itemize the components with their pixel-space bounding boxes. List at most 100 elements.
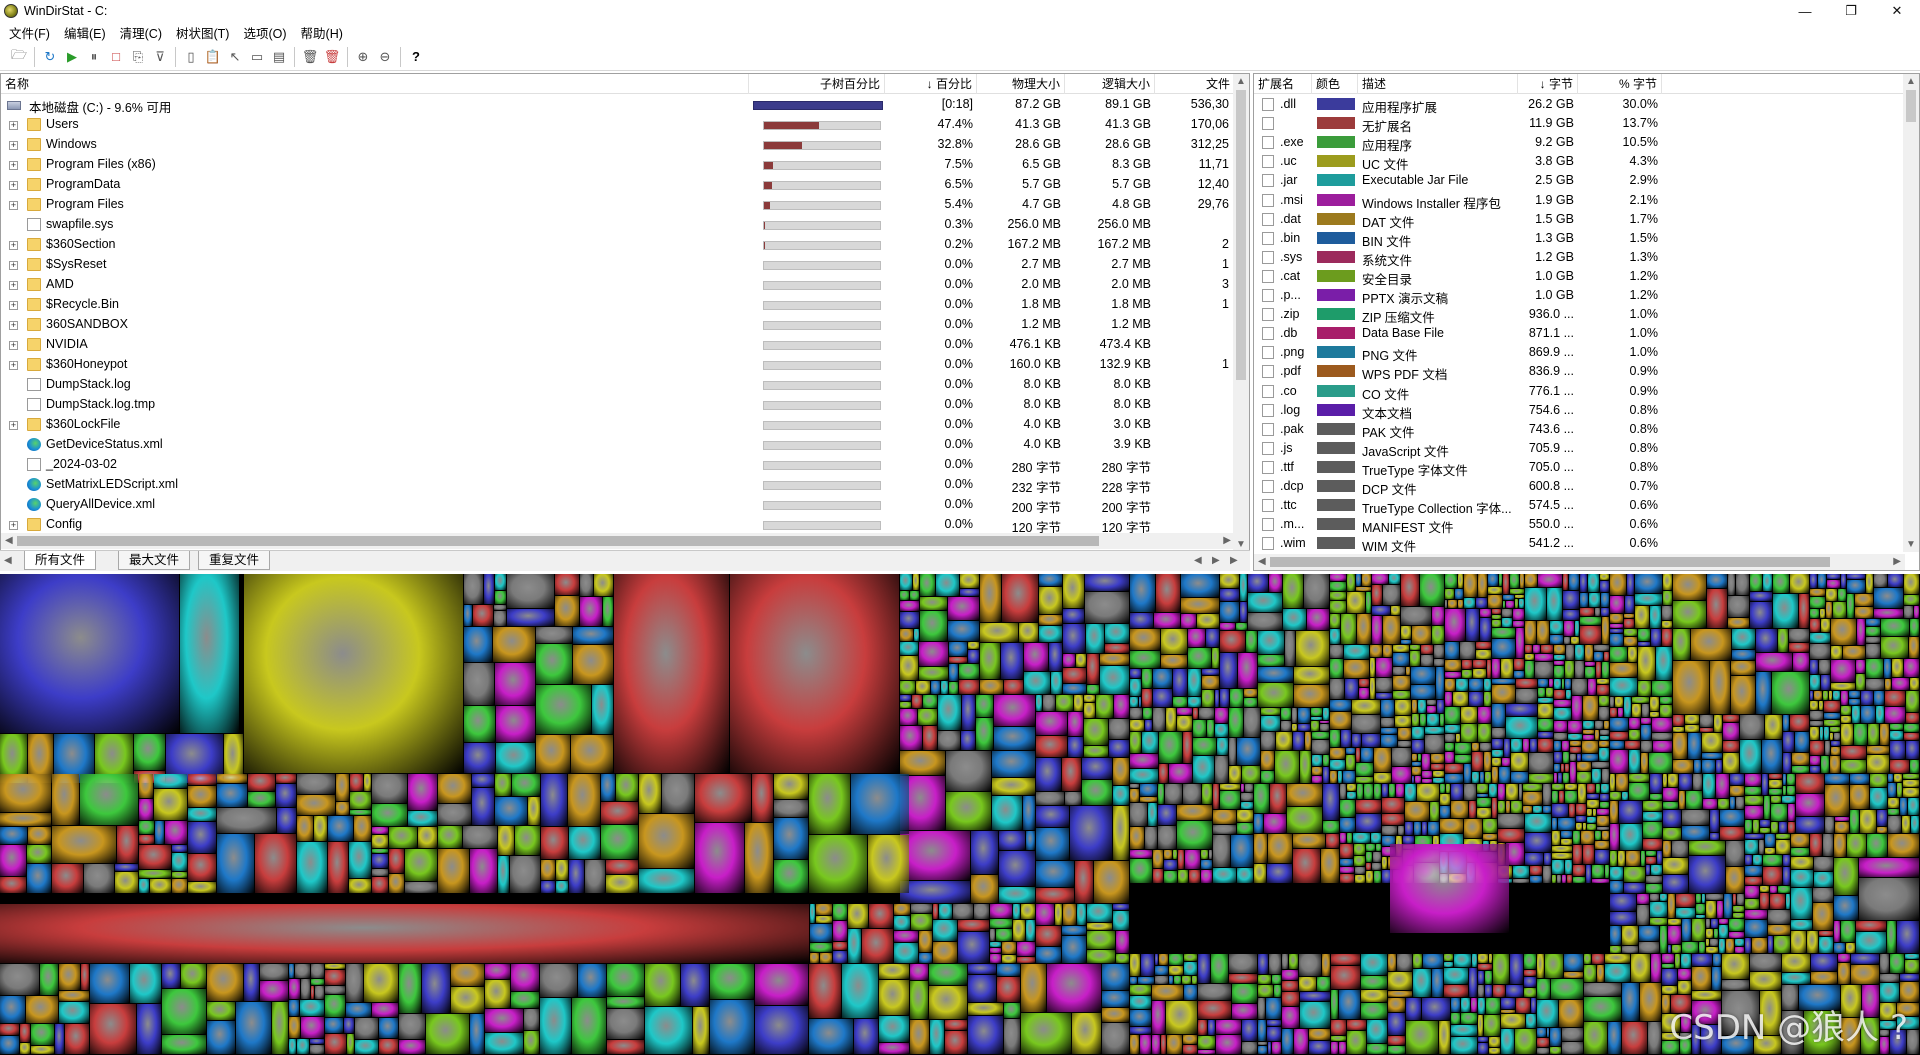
treemap-file-block[interactable] <box>1632 697 1649 703</box>
treemap-file-block[interactable] <box>1807 931 1818 953</box>
treemap-file-block[interactable] <box>372 849 388 853</box>
treemap-file-block[interactable] <box>1383 645 1392 657</box>
treemap-file-block[interactable] <box>1478 998 1485 1014</box>
treemap-file-block[interactable] <box>20 1043 30 1054</box>
treemap-file-block[interactable] <box>1723 715 1739 722</box>
treemap-file-block[interactable] <box>1904 724 1919 732</box>
treemap-file-block[interactable] <box>1087 923 1112 930</box>
treemap-file-block[interactable] <box>1740 715 1764 739</box>
treemap-file-block[interactable] <box>1347 1031 1366 1054</box>
treemap-file-block[interactable] <box>1796 794 1824 816</box>
treemap-file-block[interactable] <box>1511 772 1528 783</box>
treemap-file-block[interactable] <box>900 695 911 701</box>
treemap-file-block[interactable] <box>1492 767 1498 783</box>
treemap-file-block[interactable] <box>1437 700 1444 713</box>
treemap-file-block[interactable] <box>1867 834 1887 857</box>
treemap-file-block[interactable] <box>1650 794 1662 800</box>
treemap-file-block[interactable] <box>494 605 506 610</box>
treemap-file-block[interactable] <box>464 605 472 626</box>
treemap-file-block[interactable] <box>1905 954 1919 959</box>
treemap-file-block[interactable] <box>1890 954 1904 973</box>
treemap-file-block[interactable] <box>1431 764 1444 770</box>
treemap-file-block[interactable] <box>1330 700 1351 711</box>
treemap-file-block[interactable] <box>990 929 995 941</box>
treemap-file-block[interactable] <box>1765 848 1775 854</box>
treemap-file-block[interactable] <box>854 1019 878 1054</box>
treemap-file-block[interactable] <box>1573 845 1582 864</box>
treemap-file-block[interactable] <box>1897 783 1902 797</box>
treemap-file-block[interactable] <box>1866 644 1880 658</box>
treemap-file-block[interactable] <box>1473 669 1486 678</box>
treemap-file-block[interactable] <box>1643 822 1662 838</box>
extension-row[interactable]: .zip ZIP 压缩文件 936.0 ... 1.0% <box>1254 305 1904 325</box>
treemap-file-block[interactable] <box>1353 833 1370 843</box>
treemap-file-block[interactable] <box>1266 998 1281 1019</box>
treemap-file-block[interactable] <box>1818 574 1826 588</box>
treemap-file-block[interactable] <box>1492 739 1503 749</box>
tree-row[interactable]: +360SANDBOX 0.0% 1.2 MB 1.2 MB <box>1 315 1231 335</box>
tab-next-icon[interactable]: ▶ <box>1212 555 1220 566</box>
treemap-file-block[interactable] <box>1745 834 1764 839</box>
treemap-file-block[interactable] <box>1513 609 1524 620</box>
treemap-file-block[interactable] <box>1887 921 1896 953</box>
treemap-file-block[interactable] <box>1462 670 1472 678</box>
treemap-file-block[interactable] <box>1056 695 1073 711</box>
treemap-file-block[interactable] <box>894 916 910 930</box>
treemap-file-block[interactable] <box>1745 840 1758 854</box>
treemap-file-block[interactable] <box>959 680 979 694</box>
treemap-file-block[interactable] <box>1868 724 1879 745</box>
treemap-file-block[interactable] <box>1395 716 1411 727</box>
treemap-file-block[interactable] <box>1238 653 1257 688</box>
treemap-file-block[interactable] <box>1678 981 1691 994</box>
treemap-file-block[interactable] <box>1370 658 1375 677</box>
treemap-file-block[interactable] <box>1428 822 1439 835</box>
treemap-file-block[interactable] <box>999 851 1035 886</box>
treemap-file-block[interactable] <box>52 774 79 825</box>
treemap-file-block[interactable] <box>1783 715 1789 731</box>
treemap-file-block[interactable] <box>1713 954 1721 966</box>
treemap-file-block[interactable] <box>354 816 371 841</box>
treemap-file-block[interactable] <box>1181 598 1219 613</box>
treemap-file-block[interactable] <box>1583 721 1594 729</box>
tree-row[interactable]: swapfile.sys 0.3% 256.0 MB 256.0 MB <box>1 215 1231 235</box>
treemap-file-block[interactable] <box>1036 792 1064 805</box>
treemap-file-block[interactable] <box>1275 751 1299 783</box>
treemap-file-block[interactable] <box>328 842 348 893</box>
treemap-file-block[interactable] <box>1745 774 1761 786</box>
treemap-file-block[interactable] <box>1211 954 1228 983</box>
treemap-file-block[interactable] <box>1317 977 1330 991</box>
treemap-file-block[interactable] <box>1685 725 1699 732</box>
treemap-file-block[interactable] <box>1577 762 1591 771</box>
treemap-file-block[interactable] <box>1401 626 1411 639</box>
treemap-file-block[interactable] <box>1063 609 1084 623</box>
treemap-file-block[interactable] <box>1547 1028 1549 1037</box>
treemap-file-block[interactable] <box>816 916 832 923</box>
treemap-file-block[interactable] <box>1412 754 1417 761</box>
treemap-file-block[interactable] <box>1436 667 1444 699</box>
treemap-file-block[interactable] <box>1732 650 1755 660</box>
treemap-file-block[interactable] <box>1876 706 1884 723</box>
treemap-file-block[interactable] <box>1202 690 1214 707</box>
treemap-file-block[interactable] <box>472 774 494 787</box>
treemap-file-block[interactable] <box>1063 904 1076 925</box>
treemap-file-block[interactable] <box>1388 998 1405 1012</box>
treemap-file-block[interactable] <box>1456 679 1468 691</box>
treemap-file-block[interactable] <box>1814 691 1822 700</box>
treemap-file-block[interactable] <box>355 1040 378 1054</box>
treemap-file-block[interactable] <box>1610 574 1626 595</box>
treemap-file-block[interactable] <box>810 904 815 923</box>
treemap-file-block[interactable] <box>1220 784 1240 790</box>
treemap-file-block[interactable] <box>1700 728 1713 732</box>
treemap-file-block[interactable] <box>1501 659 1513 678</box>
treemap-file-block[interactable] <box>1900 982 1919 1002</box>
treemap-file-block[interactable] <box>1759 840 1764 854</box>
treemap-file-block[interactable] <box>1772 672 1809 714</box>
treemap-file-block[interactable] <box>1181 574 1219 597</box>
treemap-file-block[interactable] <box>1258 1042 1267 1045</box>
treemap-file-block[interactable] <box>1538 704 1553 718</box>
column-bytes-percent[interactable]: % 字节 <box>1578 74 1662 94</box>
treemap-file-block[interactable] <box>1653 741 1672 752</box>
treemap-file-block[interactable] <box>451 987 484 1013</box>
treemap-file-block[interactable] <box>1422 998 1450 1020</box>
treemap-file-block[interactable] <box>1236 623 1247 630</box>
